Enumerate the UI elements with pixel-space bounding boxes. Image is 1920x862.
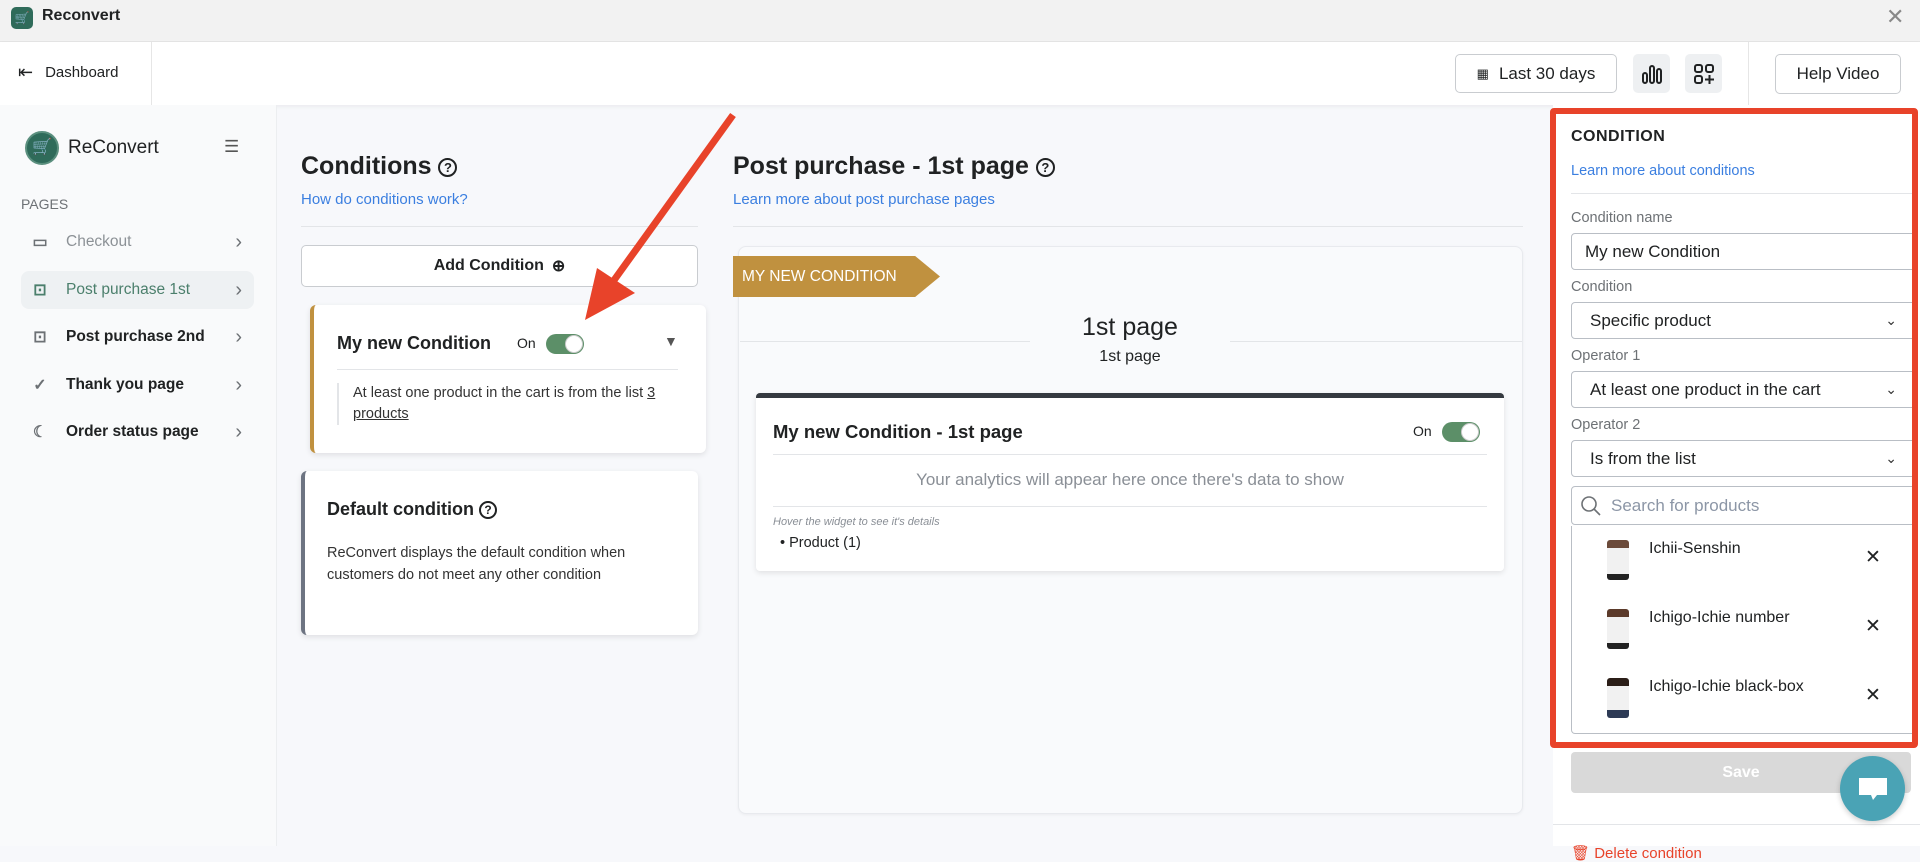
delete-condition-button[interactable]: 🗑 Delete condition — [1571, 844, 1702, 862]
annotation-arrow — [585, 112, 736, 320]
